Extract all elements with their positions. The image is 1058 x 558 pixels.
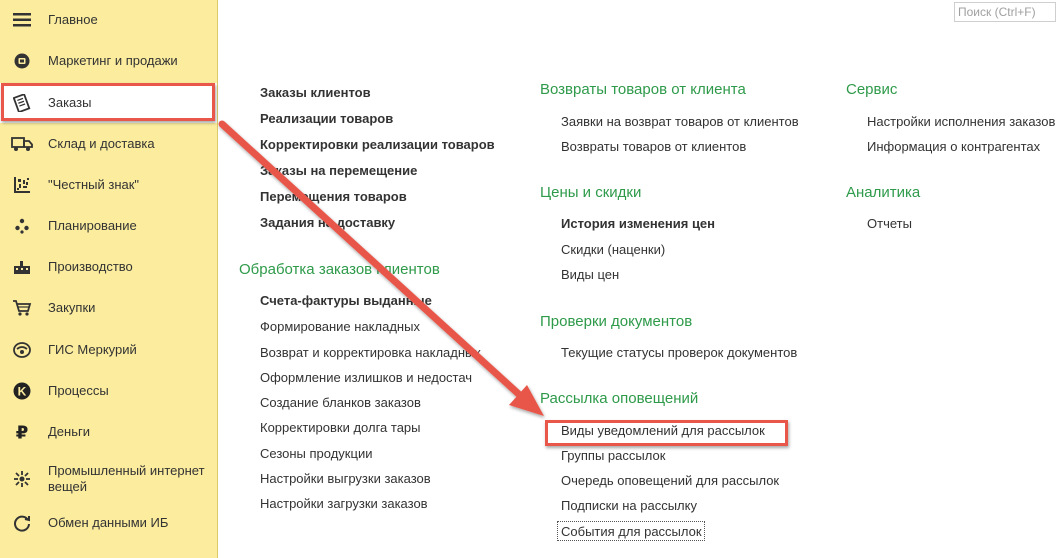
- focus-outline: [557, 521, 705, 541]
- sidebar-item-money[interactable]: ₽ Деньги: [0, 412, 217, 452]
- sidebar-item-label: ГИС Меркурий: [48, 342, 137, 357]
- link-mailing-groups[interactable]: Группы рассылок: [561, 448, 665, 463]
- section-title-mailing: Рассылка оповещений: [540, 390, 699, 407]
- section-title-returns: Возвраты товаров от клиента: [540, 81, 746, 98]
- section-title-prices: Цены и скидки: [540, 184, 642, 201]
- link-reports[interactable]: Отчеты: [867, 216, 912, 231]
- section-title-document-checks: Проверки документов: [540, 313, 693, 330]
- link-check-statuses[interactable]: Текущие статусы проверок документов: [561, 345, 797, 360]
- processes-icon: K: [10, 379, 34, 403]
- sidebar-item-label: Закупки: [48, 300, 96, 315]
- highlight-frame: [545, 420, 788, 446]
- sidebar-item-label: Производство: [48, 259, 133, 274]
- section-title-order-processing: Обработка заказов клиентов: [239, 261, 440, 278]
- sidebar-item-production[interactable]: Производство: [0, 247, 217, 287]
- sidebar: Главное Маркетинг и продажи Заказы Склад…: [0, 0, 218, 558]
- link-discounts[interactable]: Скидки (наценки): [561, 242, 665, 257]
- planning-icon: [10, 214, 34, 238]
- svg-text:K: K: [18, 385, 27, 399]
- sidebar-item-mercury[interactable]: ГИС Меркурий: [0, 330, 217, 370]
- link-transfer-orders[interactable]: Заказы на перемещение: [260, 163, 417, 178]
- sidebar-item-purchases[interactable]: Закупки: [0, 288, 217, 328]
- link-order-forms[interactable]: Создание бланков заказов: [260, 395, 421, 410]
- mercury-icon: [10, 338, 34, 362]
- section-title-service: Сервис: [846, 81, 898, 98]
- sidebar-item-label: Обмен данными ИБ: [48, 515, 169, 530]
- link-price-types[interactable]: Виды цен: [561, 267, 619, 282]
- link-waybill-returns[interactable]: Возврат и корректировка накладных: [260, 345, 481, 360]
- link-sales[interactable]: Реализации товаров: [260, 111, 393, 126]
- sidebar-item-honest-sign[interactable]: "Честный знак": [0, 165, 217, 205]
- link-counterparty-info[interactable]: Информация о контрагентах: [867, 139, 1040, 154]
- link-delivery-tasks[interactable]: Задания на доставку: [260, 215, 395, 230]
- sidebar-item-label: Деньги: [48, 424, 90, 439]
- link-export-settings[interactable]: Настройки выгрузки заказов: [260, 471, 431, 486]
- sidebar-item-main[interactable]: Главное: [0, 0, 217, 40]
- section-title-analytics: Аналитика: [846, 184, 921, 201]
- sidebar-item-planning[interactable]: Планирование: [0, 206, 217, 246]
- sidebar-item-label: Процессы: [48, 383, 109, 398]
- link-product-seasons[interactable]: Сезоны продукции: [260, 446, 372, 461]
- link-invoices-issued[interactable]: Счета-фактуры выданные: [260, 293, 432, 308]
- link-tare-debt[interactable]: Корректировки долга тары: [260, 420, 421, 435]
- sidebar-item-warehouse[interactable]: Склад и доставка: [0, 124, 217, 164]
- shopping-cart-icon: [10, 296, 34, 320]
- data-exchange-icon: [10, 511, 34, 535]
- ruble-icon: ₽: [10, 420, 34, 444]
- link-return-requests[interactable]: Заявки на возврат товаров от клиентов: [561, 114, 799, 129]
- datamatrix-icon: [10, 173, 34, 197]
- sidebar-item-label: Маркетинг и продажи: [48, 53, 178, 68]
- sidebar-item-marketing[interactable]: Маркетинг и продажи: [0, 41, 217, 81]
- link-notification-queue[interactable]: Очередь оповещений для рассылок: [561, 473, 779, 488]
- iot-icon: [10, 467, 34, 491]
- link-import-settings[interactable]: Настройки загрузки заказов: [260, 496, 428, 511]
- svg-text:₽: ₽: [16, 423, 29, 441]
- sidebar-item-label: "Честный знак": [48, 177, 140, 192]
- link-customer-returns[interactable]: Возвраты товаров от клиентов: [561, 139, 746, 154]
- link-subscriptions[interactable]: Подписки на рассылку: [561, 498, 697, 513]
- sidebar-item-data-exchange[interactable]: Обмен данными ИБ: [0, 503, 217, 543]
- sidebar-item-label: Склад и доставка: [48, 136, 155, 151]
- link-surplus-shortage[interactable]: Оформление излишков и недостач: [260, 370, 472, 385]
- sidebar-item-label: Промышленный интернет вещей: [48, 463, 205, 494]
- link-waybill-generation[interactable]: Формирование накладных: [260, 319, 420, 334]
- factory-icon: [10, 255, 34, 279]
- sidebar-item-processes[interactable]: K Процессы: [0, 371, 217, 411]
- link-sales-corrections[interactable]: Корректировки реализации товаров: [260, 137, 495, 152]
- link-customer-orders[interactable]: Заказы клиентов: [260, 85, 371, 100]
- highlight-frame: [1, 83, 215, 121]
- search-input[interactable]: [954, 2, 1056, 22]
- link-price-history[interactable]: История изменения цен: [561, 216, 715, 231]
- sidebar-item-label: Главное: [48, 12, 98, 27]
- link-goods-transfers[interactable]: Перемещения товаров: [260, 189, 407, 204]
- sidebar-item-label: Планирование: [48, 218, 137, 233]
- sidebar-item-iot[interactable]: Промышленный интернет вещей: [0, 459, 217, 499]
- marketing-icon: [10, 49, 34, 73]
- hamburger-menu-icon: [10, 8, 34, 32]
- delivery-truck-icon: [10, 132, 34, 156]
- link-order-settings[interactable]: Настройки исполнения заказов: [867, 114, 1055, 129]
